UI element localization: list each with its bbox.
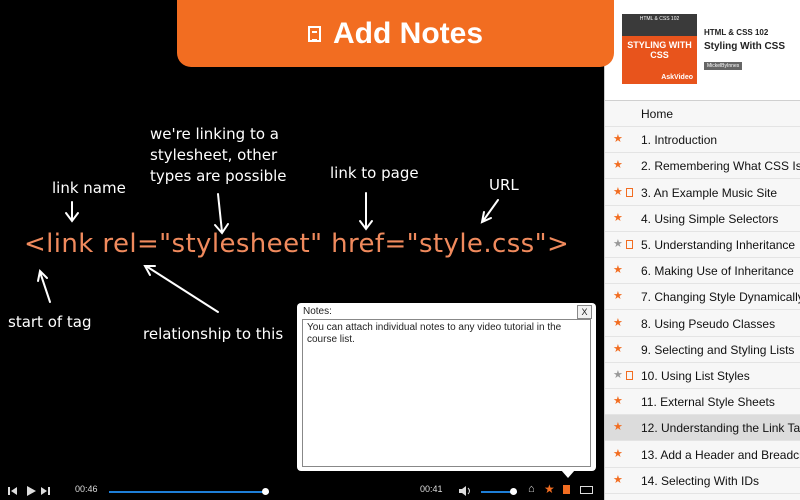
sidebar-item-lesson[interactable]: ★ 1. Introduction bbox=[605, 127, 800, 154]
sidebar-item-lesson[interactable]: ★ 13. Add a Header and Breadcrumb bbox=[605, 442, 800, 468]
thumb-series: HTML & CSS 102 bbox=[639, 16, 680, 22]
course-sidebar: HTML & CSS 102 STYLING WITH CSS AskVideo… bbox=[604, 0, 800, 500]
sidebar-item-label: 8. Using Pseudo Classes bbox=[641, 316, 776, 331]
star-icon[interactable]: ★ bbox=[613, 132, 623, 145]
star-icon[interactable]: ★ bbox=[613, 473, 623, 486]
remaining-time: 00:41 bbox=[420, 484, 443, 494]
note-icon bbox=[308, 25, 321, 42]
progress-knob[interactable] bbox=[262, 488, 270, 495]
sidebar-item-lesson[interactable]: ★ 9. Selecting and Styling Lists bbox=[605, 337, 800, 363]
arrow-relationship bbox=[143, 265, 219, 313]
sidebar-item-label: 5. Understanding Inheritance bbox=[641, 238, 796, 252]
arrow-link-name bbox=[65, 201, 79, 223]
sidebar-item-home[interactable]: Home bbox=[605, 101, 800, 127]
skip-forward-icon bbox=[41, 487, 50, 495]
star-icon[interactable]: ★ bbox=[613, 289, 623, 302]
note-icon bbox=[626, 371, 633, 380]
notes-title: Notes: bbox=[303, 306, 332, 317]
star-icon[interactable]: ★ bbox=[613, 368, 623, 381]
star-icon[interactable]: ★ bbox=[613, 394, 623, 407]
course-series: HTML & CSS 102 bbox=[704, 28, 769, 37]
sidebar-item-lesson[interactable]: ★ 8. Using Pseudo Classes bbox=[605, 311, 800, 337]
favorite-star-icon[interactable]: ★ bbox=[544, 482, 555, 496]
sidebar-item-label: 11. External Style Sheets bbox=[641, 395, 775, 410]
note-icon bbox=[626, 240, 633, 249]
notes-icon[interactable] bbox=[563, 485, 570, 494]
add-notes-banner: Add Notes bbox=[177, 0, 614, 67]
notes-textarea[interactable]: You can attach individual notes to any v… bbox=[302, 319, 591, 467]
elapsed-time: 00:46 bbox=[75, 484, 98, 494]
sidebar-item-label: 13. Add a Header and Breadcrumb bbox=[641, 447, 800, 462]
sidebar-item-label: 6. Making Use of Inheritance bbox=[641, 264, 794, 279]
fullscreen-icon[interactable] bbox=[580, 486, 593, 494]
arrow-linking bbox=[214, 193, 229, 235]
sidebar-item-label: 9. Selecting and Styling Lists bbox=[641, 342, 795, 357]
home-icon[interactable]: ⌂ bbox=[528, 483, 535, 495]
progress-bar[interactable] bbox=[109, 491, 269, 493]
sidebar-item-label: Home bbox=[641, 107, 674, 121]
star-icon[interactable]: ★ bbox=[613, 420, 623, 433]
sidebar-item-label: 7. Changing Style Dynamically bbox=[641, 290, 800, 305]
sidebar-item-lesson[interactable]: ★ 14. Selecting With IDs bbox=[605, 468, 800, 494]
sidebar-item-lesson[interactable]: ★ 3. An Example Music Site bbox=[605, 180, 800, 206]
star-icon[interactable]: ★ bbox=[613, 185, 623, 198]
arrow-url bbox=[480, 199, 499, 224]
course-title: Styling With CSS bbox=[704, 41, 786, 52]
sidebar-item-label: 3. An Example Music Site bbox=[641, 185, 778, 200]
course-tag: MickelByInnes bbox=[704, 62, 743, 70]
star-icon[interactable]: ★ bbox=[613, 447, 623, 460]
sidebar-item-label: 1. Introduction bbox=[641, 133, 718, 148]
sidebar-item-lesson[interactable]: ★ 4. Using Simple Selectors bbox=[605, 206, 800, 232]
sidebar-item-label: 4. Using Simple Selectors bbox=[641, 211, 779, 226]
banner-title: Add Notes bbox=[333, 16, 483, 50]
note-icon bbox=[626, 187, 633, 197]
star-icon[interactable]: ★ bbox=[613, 211, 623, 224]
notes-close-button[interactable]: X bbox=[577, 305, 592, 319]
sidebar-item-lesson[interactable]: ★ 6. Making Use of Inheritance bbox=[605, 258, 800, 285]
sidebar-item-lesson[interactable]: ★ 5. Understanding Inheritance bbox=[605, 232, 800, 258]
star-icon[interactable]: ★ bbox=[613, 237, 623, 250]
thumb-title: STYLING WITH CSS bbox=[627, 40, 692, 60]
volume-knob[interactable] bbox=[509, 488, 517, 495]
sidebar-item-lesson[interactable]: ★ 10. Using List Styles bbox=[605, 363, 800, 389]
star-icon[interactable]: ★ bbox=[613, 158, 623, 171]
volume-icon[interactable] bbox=[459, 486, 473, 497]
sidebar-item-lesson[interactable]: ★ 2. Remembering What CSS Is A bbox=[605, 153, 800, 180]
sidebar-item-lesson[interactable]: ★ 11. External Style Sheets bbox=[605, 389, 800, 416]
star-icon[interactable]: ★ bbox=[613, 316, 623, 329]
sidebar-item-label: 12. Understanding the Link Tag bbox=[641, 421, 800, 436]
sidebar-item-label: 14. Selecting With IDs bbox=[641, 473, 760, 488]
notes-pointer bbox=[561, 470, 575, 478]
play-icon bbox=[27, 486, 36, 496]
notes-panel: Notes: X You can attach individual notes… bbox=[297, 303, 596, 471]
course-thumbnail: HTML & CSS 102 STYLING WITH CSS AskVideo bbox=[622, 14, 697, 84]
star-icon[interactable]: ★ bbox=[613, 263, 623, 276]
transport-buttons bbox=[8, 486, 50, 496]
player-controls: 00:46 00:41 ⌂ ★ bbox=[0, 482, 604, 500]
arrow-link-to-page bbox=[359, 192, 373, 231]
arrow-start-of-tag bbox=[37, 268, 51, 303]
sidebar-item-label: 2. Remembering What CSS Is A bbox=[641, 159, 800, 174]
sidebar-item-lesson[interactable]: ★ 12. Understanding the Link Tag bbox=[605, 415, 800, 442]
course-header: HTML & CSS 102 STYLING WITH CSS AskVideo… bbox=[605, 0, 800, 101]
star-icon[interactable]: ★ bbox=[613, 342, 623, 355]
sidebar-item-lesson[interactable]: ★ 7. Changing Style Dynamically bbox=[605, 284, 800, 311]
sidebar-item-label: 10. Using List Styles bbox=[641, 369, 750, 383]
skip-back-icon bbox=[8, 487, 17, 495]
thumb-brand: AskVideo bbox=[661, 74, 693, 81]
